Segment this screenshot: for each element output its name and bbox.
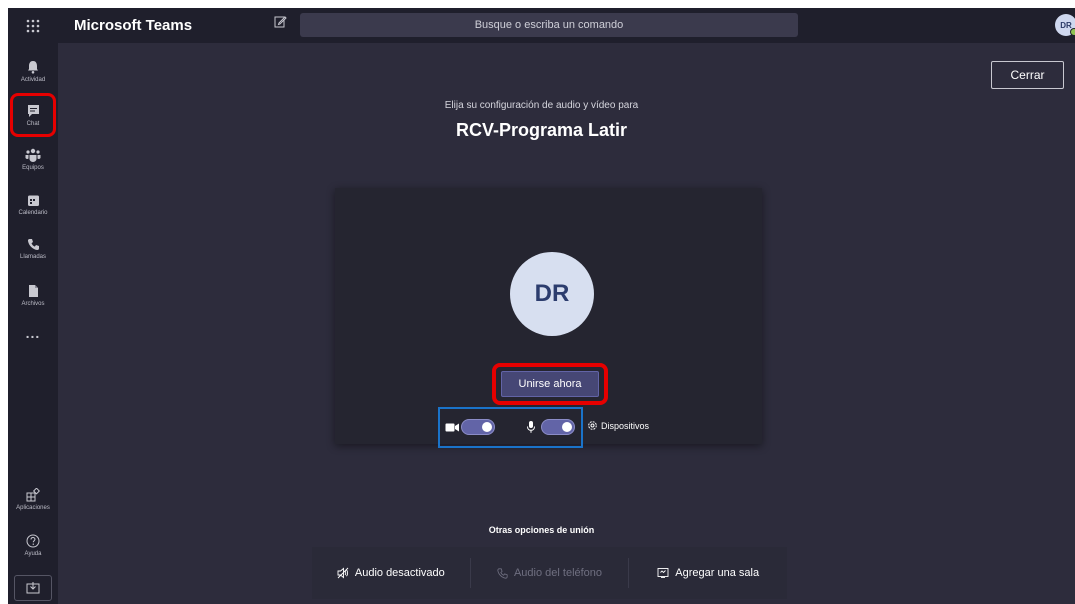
sidebar-item-label: Archivos [21,300,45,307]
sidebar-item-equipos[interactable]: Equipos [8,139,58,179]
phone-icon [27,239,39,251]
sidebar-item-label: Ayuda [24,550,42,557]
video-preview: DR Unirse ahora Dispositivos [335,188,762,448]
sidebar-item-aplicaciones[interactable]: Aplicaciones [8,479,58,519]
teams-window: Microsoft Teams Busque o escriba un coma… [8,8,1075,604]
sidebar-item-label: Llamadas [19,254,46,260]
devices-label: Dispositivos [601,420,650,431]
compose-icon [274,16,287,28]
file-icon [29,284,38,297]
camera-toggle[interactable] [461,419,495,435]
apps-icon [26,487,40,501]
speaker-off-icon [337,567,349,579]
new-chat-icon[interactable] [274,15,287,31]
phone-audio-option[interactable]: Audio del teléfono [469,558,629,588]
help-icon [26,534,40,547]
sidebar-item-actividad[interactable]: Actividad [8,51,58,91]
sidebar-item-label: Equipos [22,164,44,171]
phone-icon [497,567,508,579]
teams-icon [25,148,41,162]
app-title: Microsoft Teams [74,17,193,34]
download-icon [26,582,40,594]
add-room-label: Agregar una sala [675,567,760,579]
download-app-button[interactable] [14,575,52,601]
toggle-knob [562,422,572,432]
camera-icon [445,423,459,432]
search-input[interactable]: Busque o escriba un comando [300,13,798,37]
sidebar-item-label: Aplicaciones [16,504,50,511]
phone-audio-label: Audio del teléfono [513,567,603,579]
audio-off-option[interactable]: Audio desactivado [312,558,470,588]
gear-icon [588,421,597,430]
grid-icon [26,19,40,32]
audio-off-label: Audio desactivado [354,567,445,579]
other-options-title: Otras opciones de unión [488,525,595,535]
meeting-title: RCV-Programa Latir [455,120,628,140]
sidebar-item-llamadas[interactable]: Llamadas [8,229,58,269]
bell-icon [28,60,38,74]
preview-avatar: DR [510,252,594,336]
calendar-icon [27,195,39,206]
sidebar-item-archivos[interactable]: Archivos [8,275,58,315]
join-now-button[interactable]: Unirse ahora [501,371,599,397]
close-button[interactable]: Cerrar [991,61,1064,89]
prejoin-subtitle: Elija su configuración de audio y vídeo … [444,100,639,111]
more-icon: ... [25,325,41,341]
toggle-knob [482,422,492,432]
other-join-options: Audio desactivado Audio del teléfono Agr… [312,547,787,599]
app-launcher-icon[interactable] [8,8,58,43]
add-room-option[interactable]: Agregar una sala [628,558,787,588]
more-apps-button[interactable]: ... [8,321,58,345]
room-icon [657,568,669,578]
microphone-toggle[interactable] [541,419,575,435]
microphone-icon [527,421,535,433]
search-placeholder: Busque o escriba un comando [474,19,624,31]
sidebar-item-label: Calendario [18,210,48,216]
sidebar-item-calendario[interactable]: Calendario [8,185,58,225]
devices-button[interactable]: Dispositivos [587,420,649,431]
sidebar-item-label: Actividad [20,76,46,83]
presence-status-icon [1070,28,1075,36]
top-bar: Microsoft Teams Busque o escriba un coma… [8,8,1075,43]
